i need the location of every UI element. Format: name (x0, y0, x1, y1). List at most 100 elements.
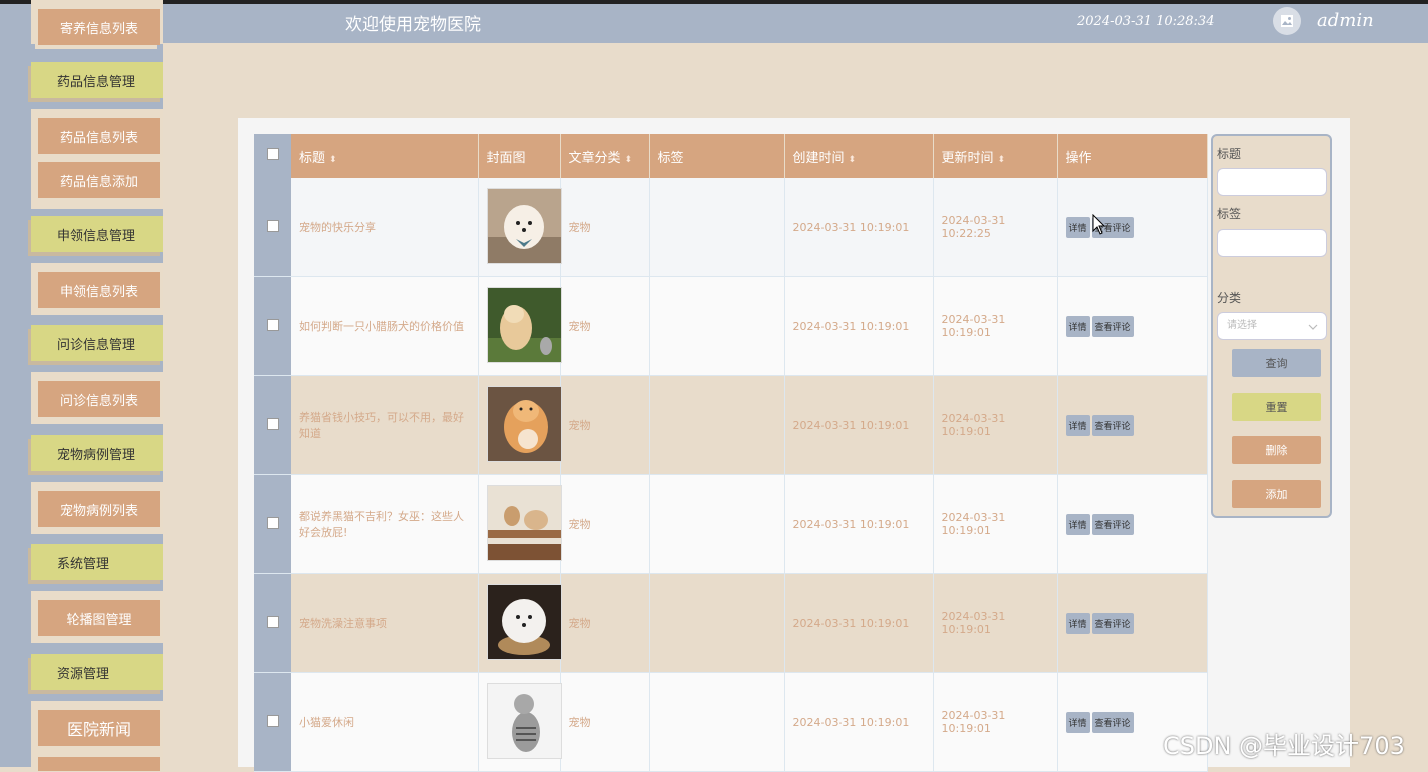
row-checkbox[interactable] (254, 375, 291, 475)
checkbox-box[interactable] (266, 417, 279, 430)
cell-title[interactable]: 小猫爱休闲 (291, 672, 479, 772)
sidebar-item-label: 宠物病例管理 (57, 447, 136, 463)
sidebar-item-medicine-add[interactable]: 药品信息添加 (38, 162, 160, 198)
sidebar-item-label: 申领信息列表 (59, 284, 138, 300)
sort-icon[interactable]: ⬍ (849, 155, 857, 165)
sidebar-item-medicine-list[interactable]: 药品信息列表 (38, 118, 160, 154)
detail-button[interactable]: 详情 (1065, 216, 1090, 238)
detail-button[interactable]: 详情 (1065, 513, 1090, 535)
row-checkbox[interactable] (254, 573, 291, 673)
sort-icon[interactable]: ⬍ (625, 155, 633, 165)
select-all-checkbox[interactable] (254, 134, 291, 178)
cell-cover (478, 178, 562, 277)
fluffy-dog-image (486, 583, 562, 660)
header-category[interactable]: 文章分类 ⬍ (560, 134, 650, 178)
current-time: 2024-03-31 10:28:34 (1077, 14, 1215, 29)
chevron-down-icon (1308, 324, 1318, 330)
cell-actions: 详情 查看评论 (1057, 178, 1208, 277)
header-title[interactable]: 标题 ⬍ (291, 134, 479, 178)
sidebar-item-consult-mgmt[interactable]: 问诊信息管理 (31, 325, 163, 361)
image-icon (1281, 15, 1293, 27)
table-row: 宠物的快乐分享 宠物 2024-03-31 10:19:01 2024-03-3… (254, 178, 1208, 277)
cell-category: 宠物 (560, 178, 650, 277)
reset-button[interactable]: 重置 (1232, 393, 1321, 421)
cell-title[interactable]: 宠物洗澡注意事项 (291, 573, 479, 673)
checkbox-box[interactable] (266, 714, 279, 727)
header-actions: 操作 (1057, 134, 1208, 178)
add-button[interactable]: 添加 (1232, 480, 1321, 508)
cell-title[interactable]: 如何判断一只小腊肠犬的价格价值 (291, 276, 479, 376)
cell-category: 宠物 (560, 573, 650, 673)
row-checkbox[interactable] (254, 474, 291, 574)
cell-updated: 2024-03-31 10:19:01 (933, 474, 1058, 574)
row-checkbox[interactable] (254, 276, 291, 376)
cell-created: 2024-03-31 10:19:01 (784, 178, 934, 277)
detail-button[interactable]: 详情 (1065, 711, 1090, 733)
avatar[interactable] (1273, 7, 1301, 35)
sidebar-item-foster-list[interactable]: 寄养信息列表 (38, 9, 160, 45)
article-table: 标题 ⬍ 封面图 文章分类 ⬍ 标签 创建时间 ⬍ 更新时间 ⬍ 操作 宠物的快乐分享 … (254, 134, 1208, 772)
sidebar-item-consult-list[interactable]: 问诊信息列表 (38, 381, 160, 417)
tag-label: 标签 (1217, 207, 1242, 221)
view-comments-button[interactable]: 查看评论 (1091, 711, 1134, 733)
view-comments-button[interactable]: 查看评论 (1091, 513, 1134, 535)
checkbox-box[interactable] (266, 516, 279, 529)
checkbox-box[interactable] (266, 219, 279, 232)
checkbox-box[interactable] (266, 615, 279, 628)
sidebar-item-resource-mgmt[interactable]: 资源管理 (31, 654, 163, 690)
title-label: 标题 (1217, 147, 1242, 161)
cell-tag (649, 672, 785, 772)
detail-button[interactable]: 详情 (1065, 612, 1090, 634)
sidebar: 寄养信息列表 药品信息管理 药品信息列表 药品信息添加 申领信息管理 申领信息列… (0, 0, 163, 771)
header-tag: 标签 (649, 134, 785, 178)
cell-created: 2024-03-31 10:19:01 (784, 474, 934, 574)
cell-category: 宠物 (560, 474, 650, 574)
sidebar-item-carousel-mgmt[interactable]: 轮播图管理 (38, 600, 160, 636)
sidebar-item-label: 宠物病例列表 (59, 503, 138, 519)
sidebar-item-case-mgmt[interactable]: 宠物病例管理 (31, 435, 163, 471)
view-comments-button[interactable]: 查看评论 (1091, 612, 1134, 634)
cell-title[interactable]: 宠物的快乐分享 (291, 178, 479, 277)
cell-title[interactable]: 都说养黑猫不吉利？女巫：这些人好会放屁! (291, 474, 479, 574)
cell-created: 2024-03-31 10:19:01 (784, 573, 934, 673)
sidebar-item-partial[interactable] (38, 757, 160, 771)
row-checkbox[interactable] (254, 672, 291, 772)
view-comments-button[interactable]: 查看评论 (1091, 414, 1134, 436)
header-updated[interactable]: 更新时间 ⬍ (933, 134, 1058, 178)
cell-created: 2024-03-31 10:19:01 (784, 672, 934, 772)
view-comments-button[interactable]: 查看评论 (1091, 315, 1134, 337)
sidebar-item-case-list[interactable]: 宠物病例列表 (38, 491, 160, 527)
sidebar-item-claim-list[interactable]: 申领信息列表 (38, 272, 160, 308)
sidebar-item-medicine-mgmt[interactable]: 药品信息管理 (31, 62, 163, 98)
checkbox-box[interactable] (266, 318, 279, 331)
cell-updated: 2024-03-31 10:22:25 (933, 178, 1058, 277)
cell-title[interactable]: 养猫省钱小技巧，可以不用，最好知道 (291, 375, 479, 475)
header-created[interactable]: 创建时间 ⬍ (784, 134, 934, 178)
category-placeholder: 请选择 (1227, 320, 1257, 331)
sidebar-item-hospital-news[interactable]: 医院新闻 (38, 710, 160, 746)
watermark: CSDN @毕业设计703 (1163, 732, 1405, 760)
cell-updated: 2024-03-31 10:19:01 (933, 276, 1058, 376)
delete-button[interactable]: 删除 (1232, 436, 1321, 464)
tag-input[interactable] (1217, 229, 1327, 257)
row-checkbox[interactable] (254, 178, 291, 277)
category-select[interactable]: 请选择 (1217, 312, 1327, 340)
sidebar-item-system-mgmt[interactable]: 系统管理 (31, 544, 163, 580)
cell-category: 宠物 (560, 375, 650, 475)
sort-icon[interactable]: ⬍ (998, 155, 1006, 165)
cell-tag (649, 573, 785, 673)
sidebar-item-claim-mgmt[interactable]: 申领信息管理 (31, 216, 163, 252)
orange-cat-image (486, 385, 562, 462)
query-button[interactable]: 查询 (1232, 349, 1321, 377)
cell-category: 宠物 (560, 672, 650, 772)
cell-actions: 详情 查看评论 (1057, 474, 1208, 574)
detail-button[interactable]: 详情 (1065, 414, 1090, 436)
detail-button[interactable]: 详情 (1065, 315, 1090, 337)
title-input[interactable] (1217, 168, 1327, 196)
cell-updated: 2024-03-31 10:19:01 (933, 375, 1058, 475)
cell-cover (478, 573, 562, 673)
sort-icon[interactable]: ⬍ (329, 155, 337, 165)
checkbox-box[interactable] (266, 148, 279, 160)
sidebar-item-label: 药品信息添加 (59, 174, 138, 190)
username[interactable]: admin (1317, 10, 1374, 31)
